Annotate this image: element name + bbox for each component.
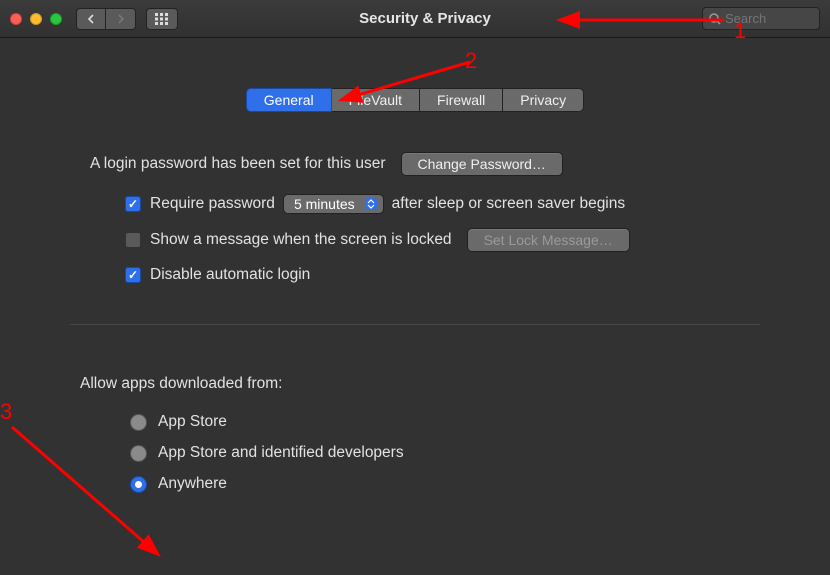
require-password-pre: Require password (150, 195, 275, 213)
radio-app-store[interactable] (130, 414, 147, 431)
zoom-button[interactable] (50, 13, 62, 25)
titlebar: Security & Privacy (0, 0, 830, 38)
radio-anywhere[interactable] (130, 476, 147, 493)
radio-app-store-identified-row: App Store and identified developers (70, 444, 760, 462)
tab-privacy[interactable]: Privacy (503, 88, 584, 112)
downloads-section-label: Allow apps downloaded from: (70, 375, 760, 393)
require-password-checkbox[interactable]: ✓ (125, 196, 141, 212)
radio-app-store-row: App Store (70, 413, 760, 431)
dropdown-value: 5 minutes (294, 196, 355, 212)
search-input[interactable] (725, 11, 805, 26)
check-icon: ✓ (128, 268, 138, 282)
change-password-button[interactable]: Change Password… (401, 152, 563, 176)
show-message-label: Show a message when the screen is locked (150, 231, 452, 249)
chevron-left-icon (87, 14, 95, 24)
window-title: Security & Privacy (148, 10, 702, 27)
radio-app-store-identified[interactable] (130, 445, 147, 462)
content-area: General FileVault Firewall Privacy A log… (0, 38, 830, 493)
disable-auto-login-checkbox[interactable]: ✓ (125, 267, 141, 283)
chevron-right-icon (117, 14, 125, 24)
tab-firewall[interactable]: Firewall (420, 88, 503, 112)
radio-anywhere-row: Anywhere (70, 475, 760, 493)
show-message-row: Show a message when the screen is locked… (70, 228, 760, 252)
radio-app-store-identified-label: App Store and identified developers (158, 444, 404, 462)
radio-app-store-label: App Store (158, 413, 227, 431)
disable-auto-login-row: ✓ Disable automatic login (70, 266, 760, 284)
login-status-row: A login password has been set for this u… (70, 152, 760, 176)
divider (70, 324, 760, 325)
require-password-row: ✓ Require password 5 minutes after sleep… (70, 194, 760, 214)
require-password-delay-dropdown[interactable]: 5 minutes (283, 194, 384, 214)
require-password-post: after sleep or screen saver begins (392, 195, 625, 213)
window-controls (10, 13, 62, 25)
tab-filevault[interactable]: FileVault (332, 88, 420, 112)
search-box[interactable] (702, 7, 820, 30)
forward-button[interactable] (106, 8, 136, 30)
nav-buttons (76, 8, 136, 30)
tab-general[interactable]: General (246, 88, 332, 112)
dropdown-stepper-icon (365, 198, 377, 210)
disable-auto-login-label: Disable automatic login (150, 266, 310, 284)
check-icon: ✓ (128, 197, 138, 211)
show-message-checkbox[interactable] (125, 232, 141, 248)
radio-anywhere-label: Anywhere (158, 475, 227, 493)
search-icon (709, 13, 721, 25)
tab-bar: General FileVault Firewall Privacy (70, 88, 760, 112)
preferences-window: Security & Privacy General FileVault Fir… (0, 0, 830, 575)
minimize-button[interactable] (30, 13, 42, 25)
login-status-text: A login password has been set for this u… (90, 155, 386, 173)
close-button[interactable] (10, 13, 22, 25)
set-lock-message-button[interactable]: Set Lock Message… (467, 228, 630, 252)
back-button[interactable] (76, 8, 106, 30)
